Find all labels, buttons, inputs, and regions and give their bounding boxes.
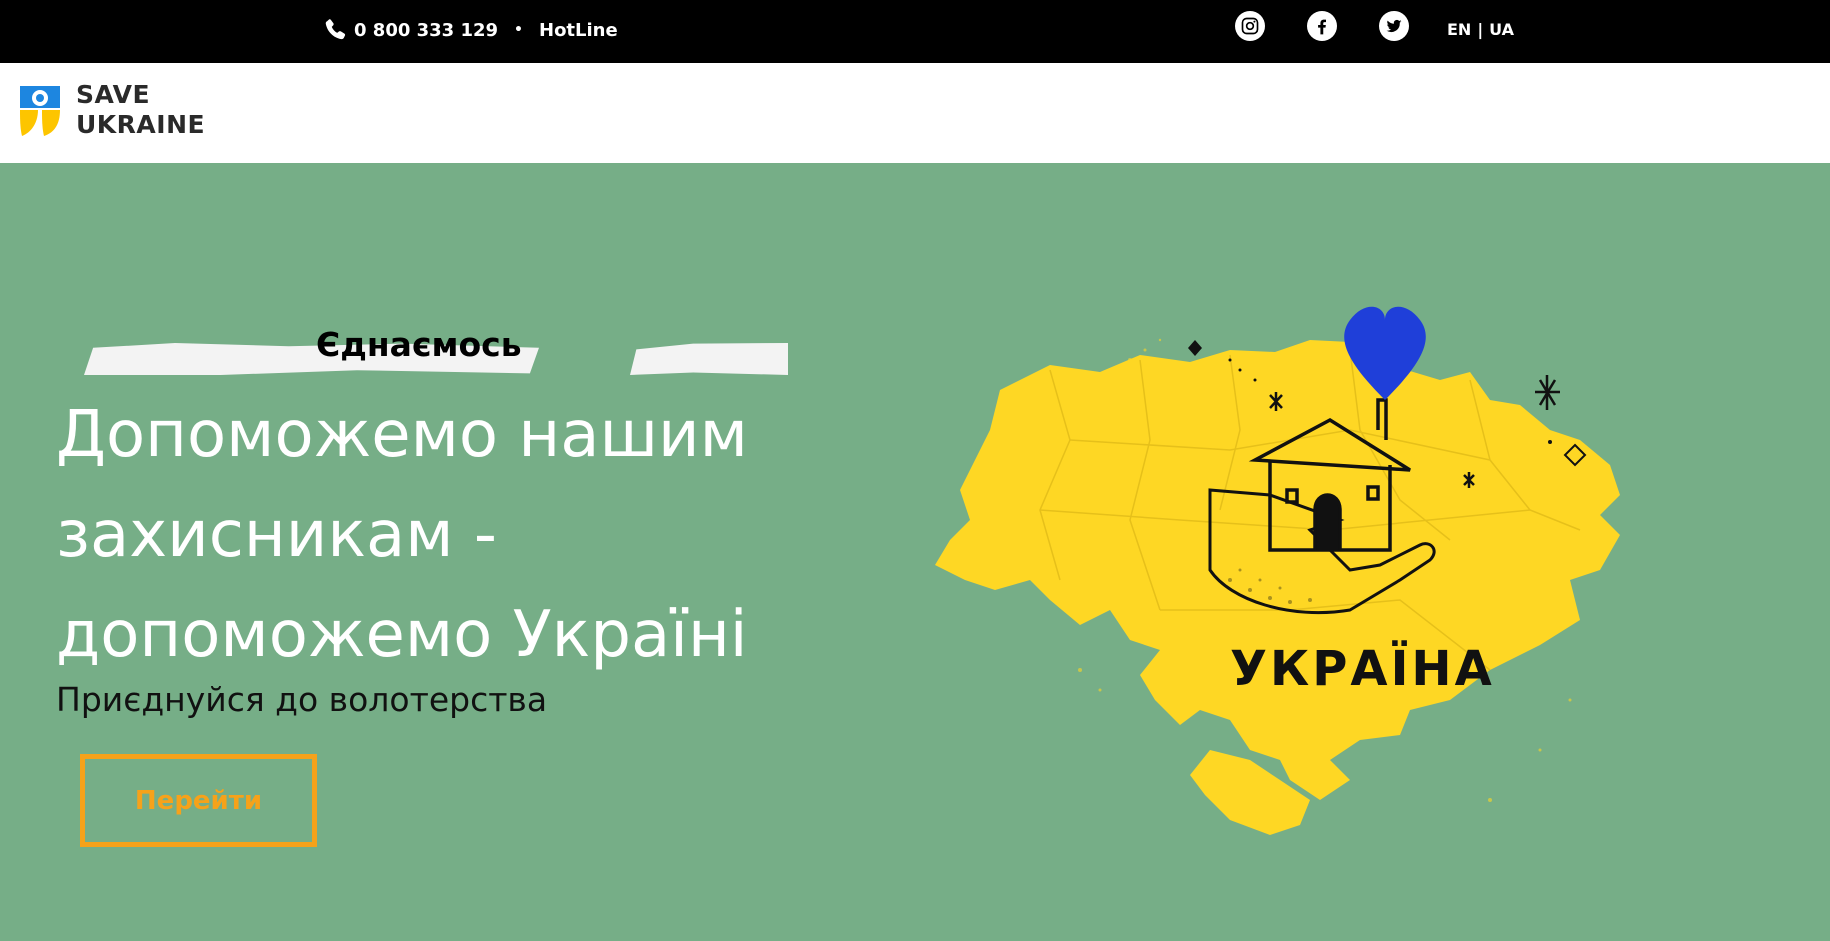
hero-headline: Допоможемо нашим захисникам - допоможемо… — [56, 385, 816, 685]
twitter-link[interactable] — [1379, 11, 1409, 41]
lang-ua-link[interactable]: UA — [1489, 20, 1514, 39]
hotline-label[interactable]: HotLine — [539, 20, 618, 41]
instagram-link[interactable] — [1235, 11, 1265, 41]
language-switcher: EN | UA — [1447, 20, 1514, 39]
twitter-icon — [1386, 19, 1402, 33]
ukraine-map-shape — [935, 340, 1620, 800]
phone-number[interactable]: 0 800 333 129 — [354, 20, 498, 41]
brush-stroke-decoration — [630, 343, 788, 375]
logo-line-ukraine: UKRAINE — [76, 110, 206, 139]
save-ukraine-logo-icon — [20, 86, 60, 136]
map-label: УКРАЇНА — [1230, 640, 1495, 697]
top-bar: 0 800 333 129 • HotLine EN | UA — [0, 0, 1830, 63]
hero-tagline: Приєднуйся до волотерства — [56, 680, 548, 719]
facebook-icon — [1318, 19, 1326, 35]
separator-dot: • — [514, 22, 523, 38]
facebook-link[interactable] — [1307, 11, 1337, 41]
go-button[interactable]: Перейти — [80, 754, 317, 847]
ukraine-map-illustration: УКРАЇНА — [935, 306, 1620, 835]
lang-divider: | — [1477, 20, 1484, 39]
phone-icon — [325, 19, 346, 40]
hotline-contact[interactable]: 0 800 333 129 • HotLine — [322, 16, 618, 44]
logo-text: SAVE UKRAINE — [76, 80, 205, 140]
headline-line: Допоможемо нашим — [56, 398, 748, 472]
lang-en-link[interactable]: EN — [1447, 20, 1471, 39]
logo[interactable]: SAVE UKRAINE — [18, 80, 205, 140]
unite-label: Єднаємось — [316, 325, 522, 364]
logo-line-save: SAVE — [76, 80, 151, 109]
headline-line: захисникам - — [56, 498, 497, 572]
site-header: SAVE UKRAINE — [0, 63, 1830, 163]
headline-line: допоможемо Україні — [56, 598, 748, 672]
social-links — [1235, 11, 1409, 41]
instagram-icon — [1241, 17, 1259, 35]
